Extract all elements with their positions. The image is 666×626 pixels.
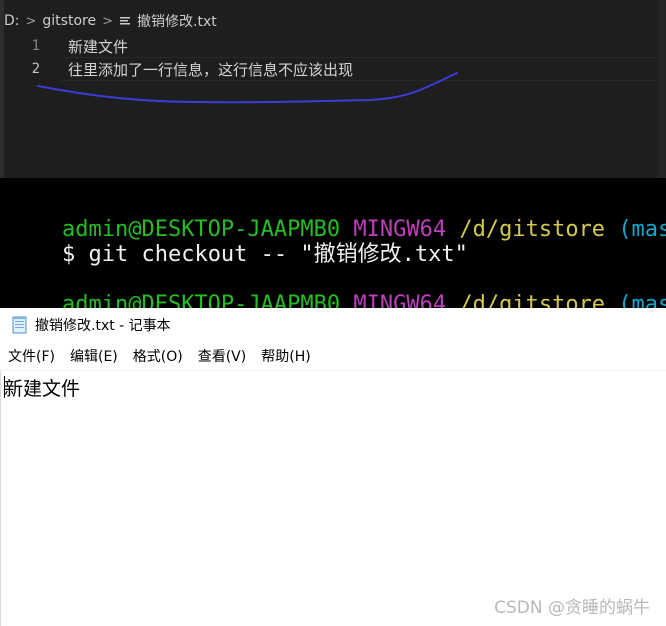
watermark: CSDN @贪睡的蜗牛	[494, 598, 650, 618]
menu-help[interactable]: 帮助(H)	[253, 346, 317, 366]
prompt-path: /d/gitstore	[459, 292, 606, 308]
terminal-input-line[interactable]: $	[9, 291, 84, 308]
notepad-window: 撤销修改.txt - 记事本 文件(F) 编辑(E) 格式(O) 查看(V) 帮…	[0, 308, 666, 626]
menu-file[interactable]: 文件(F)	[0, 346, 62, 366]
document-content[interactable]: 新建文件	[4, 374, 80, 401]
prompt-symbol: $	[61, 242, 76, 267]
notepad-text-area[interactable]: 新建文件 CSDN @贪睡的蜗牛	[0, 370, 666, 626]
prompt-path: /d/gitstore	[459, 217, 606, 242]
git-bash-terminal[interactable]: admin@DESKTOP-JAAPMB0 MINGW64 /d/gitstor…	[0, 178, 666, 308]
prompt-branch: (mast	[618, 292, 666, 308]
menu-format[interactable]: 格式(O)	[125, 346, 190, 366]
prompt-branch: (mast	[618, 217, 666, 242]
annotation-underline	[37, 72, 458, 104]
notepad-titlebar[interactable]: 撤销修改.txt - 记事本	[0, 308, 666, 342]
notepad-icon	[12, 316, 27, 334]
prompt-env: MINGW64	[353, 292, 447, 308]
window-title: 撤销修改.txt - 记事本	[35, 318, 171, 334]
prompt-user: admin@DESKTOP-JAAPMB0	[61, 292, 341, 308]
terminal-prompt: admin@DESKTOP-JAAPMB0 MINGW64 /d/gitstor…	[9, 267, 666, 308]
command-text: git checkout -- "撤销修改.txt"	[88, 242, 468, 267]
text-caret	[4, 376, 5, 398]
vscode-editor: D: > gitstore > 撤销修改.txt 1 新建文件 2 往里添加了一…	[0, 0, 666, 178]
menu-view[interactable]: 查看(V)	[190, 346, 254, 366]
text-area-border	[0, 371, 1, 626]
menu-edit[interactable]: 编辑(E)	[62, 346, 125, 366]
menu-bar: 文件(F) 编辑(E) 格式(O) 查看(V) 帮助(H)	[0, 342, 666, 370]
